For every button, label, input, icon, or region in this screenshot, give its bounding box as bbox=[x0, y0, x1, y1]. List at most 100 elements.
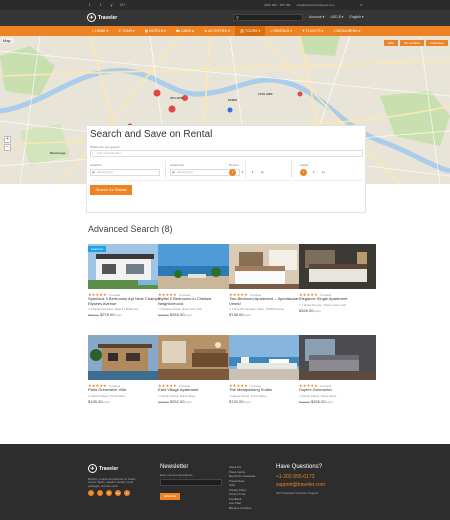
rental-location: ⌖ 1 Hotel Avenue, Thiene New York bbox=[299, 302, 347, 307]
zoom-in-button[interactable]: + bbox=[4, 136, 11, 143]
nav-item[interactable]: ★ ACTIVITIES ▾ bbox=[199, 26, 235, 36]
nav-item[interactable]: ⛟ CARS ▾ bbox=[171, 26, 199, 36]
adults-option[interactable]: 3+ bbox=[320, 169, 327, 176]
rental-name[interactable]: Two Bedroom Apartment – Spectacular View… bbox=[229, 296, 306, 306]
adults-option[interactable]: 2 bbox=[310, 169, 317, 176]
rental-name[interactable]: Paris Greenwich Villa bbox=[88, 387, 165, 393]
footer-link[interactable]: Become a Partner bbox=[229, 506, 256, 511]
rental-thumbnail[interactable] bbox=[229, 335, 306, 380]
rental-thumbnail[interactable] bbox=[158, 244, 235, 289]
site-logo[interactable]: ✈ Traveler bbox=[87, 13, 117, 22]
rental-thumbnail[interactable] bbox=[88, 335, 165, 380]
newsletter-label: Enter your E-mail Address bbox=[160, 473, 193, 477]
plane-logo-icon: ✈ bbox=[87, 13, 96, 22]
newsletter-email-input[interactable] bbox=[160, 479, 222, 486]
rental-price: $195.00/night bbox=[88, 399, 110, 404]
rooms-option[interactable]: 3 bbox=[249, 169, 256, 176]
youtube-icon[interactable]: y bbox=[109, 2, 114, 7]
rooms-option[interactable]: 3+ bbox=[259, 169, 266, 176]
adults-label: Adults bbox=[300, 163, 309, 167]
site-footer: ✈ Traveler Booking, reviews and advices … bbox=[0, 444, 450, 520]
destination-label: Where are you going? bbox=[90, 145, 120, 149]
current-price: $252.00 bbox=[169, 398, 185, 404]
rental-thumbnail[interactable] bbox=[299, 335, 376, 380]
rental-location: ⌖ Heinie Abuse, Porse Abee bbox=[158, 393, 196, 398]
rooms-option[interactable]: 2 bbox=[239, 169, 246, 176]
rental-location: ⌖ Heinie Abuse, Porse Abee bbox=[88, 393, 126, 398]
top-contact: (000) 999 - 456 789 info@travelerwordpre… bbox=[264, 3, 335, 7]
rental-name[interactable]: Spacious 3 Bedrooms Apt Near Champs Elys… bbox=[88, 296, 165, 306]
rental-card[interactable]: ★★★★★ 3 review The Meatpacking Suites ⌖ Hei… bbox=[229, 335, 306, 415]
account-dropdown[interactable]: Account ▾ bbox=[309, 15, 324, 19]
rental-thumbnail[interactable] bbox=[158, 335, 235, 380]
map-my-location-button[interactable]: My Location bbox=[399, 40, 425, 46]
footer-logo[interactable]: ✈ Traveler bbox=[88, 464, 118, 473]
rental-card[interactable]: ★★★★★ 3 review Elegance Single Apartment ⌖ … bbox=[299, 244, 376, 324]
map-fullscreen-button[interactable]: Fullscreen bbox=[426, 40, 448, 46]
rental-name[interactable]: Duplex Greenwich bbox=[299, 387, 376, 393]
rental-card[interactable]: ★★★★★ 3 review Stylist 2 Bedrooms in Chels… bbox=[158, 244, 235, 324]
subscribe-button[interactable]: Subscribe bbox=[160, 493, 180, 500]
linkedin-icon[interactable]: in bbox=[106, 490, 112, 496]
checkin-label: Check In bbox=[90, 163, 102, 167]
adults-option[interactable]: 1 bbox=[300, 169, 307, 176]
support-phone[interactable]: +1-202-555-0173 bbox=[276, 474, 315, 480]
footer-social-links: f t in G+ p bbox=[88, 490, 130, 496]
rental-name[interactable]: East Village Apartment bbox=[158, 387, 235, 393]
header-search-input[interactable]: ⚲ bbox=[233, 14, 303, 21]
rooms-option[interactable]: 1 bbox=[229, 169, 236, 176]
old-price: $469.00 bbox=[158, 313, 169, 318]
rental-thumbnail[interactable] bbox=[299, 244, 376, 289]
rental-card[interactable]: ★★★★★ 3 review Paris Greenwich Villa ⌖ Hein… bbox=[88, 335, 165, 415]
current-price: $326.00 bbox=[299, 307, 314, 313]
location-text: 1 Hotel Avenue, Thiene New York bbox=[301, 302, 347, 307]
rental-name[interactable]: The Meatpacking Suites bbox=[229, 387, 306, 393]
search-icon: ⚲ bbox=[236, 15, 239, 20]
current-price: $278.00 bbox=[99, 312, 115, 318]
twitter-icon[interactable]: t bbox=[98, 2, 103, 7]
current-price: $742.00 bbox=[229, 398, 244, 404]
checkin-input[interactable]: ▦ dd/mm/yyyy bbox=[90, 169, 160, 176]
search-rental-button[interactable]: Search for Rental bbox=[90, 185, 132, 195]
top-email[interactable]: info@travelerwordpress.com bbox=[296, 3, 334, 7]
rental-card[interactable]: ★★★★★ 3 review Two Bedroom Apartment – Spe… bbox=[229, 244, 306, 324]
nav-item[interactable]: ✈ TOUR ▾ bbox=[113, 26, 139, 36]
heart-icon[interactable]: ♥ bbox=[360, 3, 362, 7]
twitter-icon[interactable]: t bbox=[97, 490, 103, 496]
rental-card[interactable]: Featured ★★★★★ 3 review Spacious 3 Bedrooms… bbox=[88, 244, 165, 324]
footer-link[interactable]: Best Price Guarantee bbox=[229, 474, 256, 479]
price-unit: /night bbox=[243, 313, 251, 318]
rental-thumbnail[interactable] bbox=[229, 244, 306, 289]
top-bar: f t y G+ (000) 999 - 456 789 info@travel… bbox=[0, 0, 450, 10]
location-text: Heinie Abuse, Porse Abee bbox=[90, 393, 126, 398]
rental-card[interactable]: ★★★★★ 3 review Duplex Greenwich ⌖ Heinie Ab… bbox=[299, 335, 376, 415]
price-unit: /night bbox=[102, 399, 110, 404]
zoom-out-button[interactable]: − bbox=[4, 144, 11, 151]
currency-dropdown[interactable]: USD $ ▾ bbox=[330, 15, 343, 19]
rental-card[interactable]: ★★★★★ 3 review East Village Apartment ⌖ Hei… bbox=[158, 335, 235, 415]
map-hide-button[interactable]: Hide bbox=[383, 40, 398, 46]
language-dropdown[interactable]: English ▾ bbox=[349, 15, 363, 19]
old-price: $443.00 bbox=[158, 399, 169, 404]
nav-item[interactable]: ⛴ TOURS ▾ bbox=[234, 26, 266, 36]
divider bbox=[90, 180, 363, 181]
map-label-paris: PARIS bbox=[228, 98, 237, 102]
nav-item[interactable]: ≡ MEGA MENU ▾ bbox=[328, 26, 365, 36]
nav-item[interactable]: ▦ HOTELS ▾ bbox=[140, 26, 171, 36]
location-text: Heinie Abuse, Porse Abee bbox=[301, 393, 337, 398]
header-account-area: Account ▾ USD $ ▾ English ▾ bbox=[309, 15, 364, 19]
rental-name[interactable]: Stylist 2 Bedrooms in Chelsea Neighborho… bbox=[158, 296, 235, 306]
divider bbox=[291, 161, 292, 178]
nav-item[interactable]: ⌂ HOME ▾ bbox=[87, 26, 113, 36]
rental-name[interactable]: Elegance Single Apartment bbox=[299, 296, 376, 302]
destination-input[interactable]: ⌖ City or Destination bbox=[90, 150, 363, 157]
nav-item[interactable]: ⌂ RENTALS ▾ bbox=[265, 26, 297, 36]
nav-item[interactable]: ✈ FLIGHTS ▾ bbox=[297, 26, 328, 36]
google-plus-icon[interactable]: G+ bbox=[120, 2, 125, 7]
facebook-icon[interactable]: f bbox=[87, 2, 92, 7]
facebook-icon[interactable]: f bbox=[88, 490, 94, 496]
support-email[interactable]: support@traveler.com bbox=[276, 482, 325, 488]
rooms-label: Rooms bbox=[229, 163, 239, 167]
pinterest-icon[interactable]: p bbox=[124, 490, 130, 496]
google-plus-icon[interactable]: G+ bbox=[115, 490, 121, 496]
